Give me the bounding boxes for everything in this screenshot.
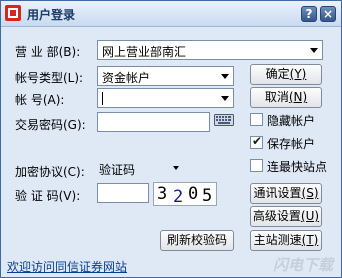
network-settings-shortcut: (S) (301, 186, 319, 200)
chevron-down-icon (221, 96, 229, 101)
fastest-site-checkbox[interactable] (250, 159, 263, 172)
captcha-char: 3 (157, 184, 168, 204)
branch-select[interactable]: 网上营业部南汇 (97, 40, 323, 60)
app-logo-icon (5, 5, 21, 21)
encryption-select[interactable]: 验证码 (97, 158, 187, 178)
speed-test-shortcut: (T) (301, 233, 319, 247)
close-icon[interactable]: × (320, 6, 336, 22)
network-settings-button[interactable]: 通讯设置(S) (250, 183, 322, 204)
title-bar[interactable]: 用户登录 ? × (1, 1, 341, 27)
hide-account-checkbox[interactable] (250, 113, 263, 126)
confirm-shortcut: (Y) (289, 67, 307, 81)
account-input[interactable] (97, 88, 234, 108)
help-icon[interactable]: ? (301, 6, 317, 22)
hide-account-label: 隐藏帐户 (267, 114, 316, 128)
password-input[interactable] (97, 112, 210, 132)
fastest-site-label: 连最快站点 (267, 160, 328, 174)
checkmark-icon: ✔ (252, 134, 263, 148)
network-settings-label: 通讯设置 (253, 186, 302, 200)
keyboard-icon[interactable] (214, 114, 234, 126)
speed-test-button[interactable]: 主站测速(T) (250, 230, 322, 251)
branch-value: 网上营业部南汇 (102, 45, 187, 59)
advanced-settings-button[interactable]: 高级设置(U) (250, 206, 322, 227)
encryption-value: 验证码 (99, 163, 136, 177)
advanced-settings-shortcut: (U) (300, 209, 320, 223)
captcha-char: 0 (188, 184, 199, 204)
chevron-down-icon (173, 166, 179, 170)
password-label: 交易密码(G): (15, 118, 86, 132)
refresh-captcha-button[interactable]: 刷新校验码 (160, 230, 234, 251)
advanced-settings-label: 高级设置 (252, 209, 301, 223)
captcha-char: 5 (202, 186, 213, 206)
captcha-char: 2 (173, 187, 184, 207)
save-account-checkbox[interactable]: ✔ (250, 134, 263, 149)
confirm-button-label: 确定 (265, 67, 290, 81)
account-label: 帐 号(A): (15, 93, 65, 107)
account-type-label: 帐号类型(L): (15, 71, 84, 85)
text-cursor (102, 92, 103, 105)
account-type-value: 资金帐户 (102, 71, 151, 85)
cancel-button[interactable]: 取消(N) (250, 87, 322, 108)
welcome-link[interactable]: 欢迎访问同信证券网站 (7, 258, 127, 275)
speed-test-label: 主站测速 (253, 233, 302, 247)
cancel-button-label: 取消 (264, 90, 289, 104)
account-type-select[interactable]: 资金帐户 (97, 66, 234, 86)
chevron-down-icon (221, 74, 229, 79)
confirm-button[interactable]: 确定(Y) (250, 64, 322, 85)
save-account-label: 保存帐户 (267, 137, 316, 151)
encryption-label: 加密协议(C): (15, 165, 85, 179)
branch-label: 营 业 部(B): (15, 45, 81, 59)
cancel-shortcut: (N) (288, 90, 308, 104)
login-dialog: 用户登录 ? × 营 业 部(B): 网上营业部南汇 帐号类型(L): 资金帐户… (0, 0, 342, 278)
chevron-down-icon (310, 48, 318, 53)
captcha-input[interactable] (97, 183, 149, 203)
window-title: 用户登录 (27, 8, 76, 22)
captcha-image[interactable]: 3 2 0 5 (153, 182, 217, 207)
captcha-label: 验 证 码(V): (15, 189, 81, 203)
watermark: 闪电下载 (273, 256, 334, 274)
